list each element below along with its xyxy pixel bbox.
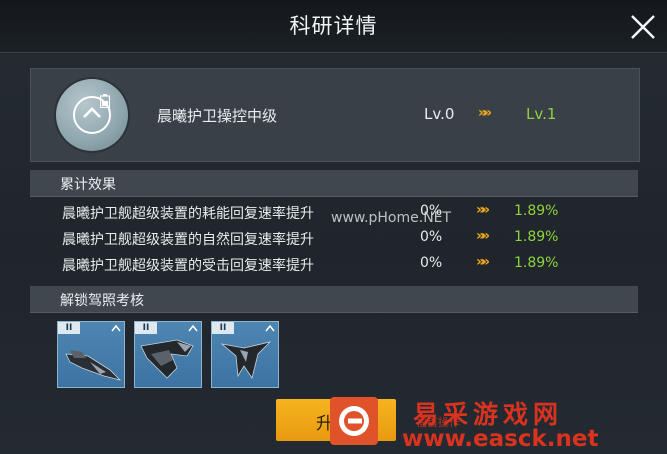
- effects-title: 累计效果: [60, 177, 116, 193]
- watermark-logo-icon: [330, 397, 378, 445]
- level-from: Lv.0: [424, 105, 455, 123]
- effect-name: 晨曦护卫舰超级装置的自然回复速率提升: [62, 232, 314, 248]
- effect-arrow-icon: »»: [476, 202, 490, 218]
- effect-name: 晨曦护卫舰超级装置的受击回复速率提升: [62, 258, 314, 274]
- watermark-text: www.pHome.NET: [331, 210, 452, 226]
- watermark-site-url: www.easck.net: [402, 426, 599, 452]
- effect-to: 1.89%: [514, 255, 559, 271]
- level-arrow-icon: »»: [478, 105, 492, 121]
- effect-from: 0%: [420, 229, 443, 245]
- effect-row: 晨曦护卫舰超级装置的自然回复速率提升 0% »» 1.89%: [30, 227, 638, 251]
- ship-fighter-icon: [220, 341, 272, 379]
- page-title: 科研详情: [289, 14, 378, 38]
- effect-from: 0%: [420, 255, 443, 271]
- ship-frigate-icon: [65, 350, 122, 381]
- ship-card-cruiser[interactable]: II: [134, 321, 202, 388]
- close-icon[interactable]: [626, 10, 660, 44]
- unlock-title: 解锁驾照考核: [60, 293, 144, 309]
- title-bar: 科研详情: [0, 0, 667, 53]
- ship-card-frigate[interactable]: II: [57, 321, 125, 388]
- effect-arrow-icon: »»: [476, 254, 490, 270]
- effect-arrow-icon: »»: [476, 228, 490, 244]
- effect-to: 1.89%: [514, 229, 559, 245]
- battery-icon: [100, 94, 110, 108]
- unlock-header: 解锁驾照考核: [30, 286, 638, 313]
- effect-to: 1.89%: [514, 203, 559, 219]
- effect-name: 晨曦护卫舰超级装置的耗能回复速率提升: [62, 206, 314, 222]
- ship-cruiser-icon: [140, 339, 194, 379]
- ship-card-fighter[interactable]: II: [211, 321, 279, 388]
- skill-icon: [56, 79, 128, 151]
- effects-header: 累计效果: [30, 170, 638, 197]
- level-to: Lv.1: [526, 105, 557, 123]
- skill-name: 晨曦护卫操控中级: [157, 107, 278, 125]
- effect-row: 晨曦护卫舰超级装置的受击回复速率提升 0% »» 1.89%: [30, 253, 638, 277]
